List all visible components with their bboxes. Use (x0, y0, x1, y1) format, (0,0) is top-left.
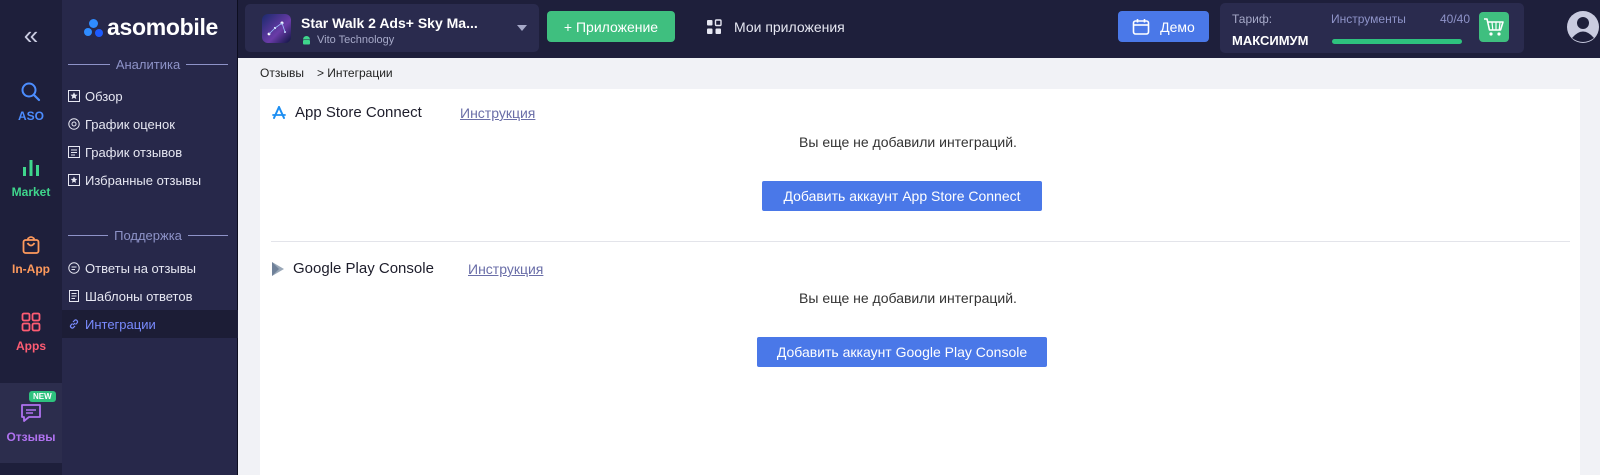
add-app-store-account-button[interactable]: Добавить аккаунт App Store Connect (762, 181, 1042, 211)
integration-header: Google Play Console (271, 260, 434, 277)
my-apps-label: Мои приложения (734, 19, 845, 35)
sidebar: asomobile Аналитика Обзор График оценок … (62, 0, 238, 475)
new-badge: NEW (29, 391, 56, 402)
chevron-down-icon (517, 25, 527, 31)
section-header-support: Поддержка (68, 228, 228, 243)
integration-app-store: App Store Connect Инструкция Вы еще не д… (271, 104, 1545, 244)
search-icon (21, 82, 41, 102)
replies-icon (68, 262, 80, 274)
calendar-icon (1132, 18, 1150, 35)
logo[interactable]: asomobile (84, 14, 218, 41)
double-chevron-left-icon[interactable]: « (0, 18, 62, 52)
instruction-link[interactable]: Инструкция (460, 105, 535, 121)
shopping-bag-icon (22, 236, 40, 254)
rating-icon (68, 118, 80, 130)
grid-icon (706, 19, 722, 35)
integration-title: App Store Connect (295, 104, 422, 121)
user-avatar-icon[interactable] (1566, 10, 1600, 44)
tools-progress-bar (1332, 39, 1462, 44)
app-selector[interactable]: Star Walk 2 Ads+ Sky Ma... Vito Technolo… (245, 4, 539, 52)
integration-google-play: Google Play Console Инструкция Вы еще не… (271, 260, 1545, 400)
integration-header: App Store Connect (271, 104, 422, 121)
sidebar-item-overview[interactable]: Обзор (62, 82, 238, 110)
sidebar-item-label: Интеграции (85, 316, 156, 332)
app-thumbnail (262, 14, 291, 43)
tariff-label: Тариф: (1232, 12, 1273, 26)
section-divider (271, 241, 1570, 242)
breadcrumb-parent[interactable]: Отзывы (260, 66, 304, 80)
android-icon (303, 35, 310, 44)
google-play-icon (272, 261, 284, 276)
app-developer-name: Vito Technology (317, 34, 395, 46)
sidebar-item-label: Шаблоны ответов (85, 288, 193, 304)
sidebar-item-integrations[interactable]: Интеграции (62, 310, 238, 338)
star-box-icon (68, 90, 80, 102)
my-apps-button[interactable]: Мои приложения (706, 12, 845, 42)
integrations-panel: App Store Connect Инструкция Вы еще не д… (260, 89, 1580, 475)
rail-label-market: Market (11, 185, 51, 199)
reviews-chart-icon (68, 146, 80, 158)
demo-label: Демо (1160, 18, 1195, 35)
favorite-box-icon (68, 174, 80, 186)
tariff-value: МАКСИМУМ (1232, 33, 1309, 48)
link-icon (68, 318, 80, 330)
empty-state-text: Вы еще не добавили интеграций. (799, 290, 1017, 306)
cart-button[interactable] (1479, 12, 1509, 42)
top-bar: Star Walk 2 Ads+ Sky Ma... Vito Technolo… (238, 0, 1600, 58)
add-google-play-account-button[interactable]: Добавить аккаунт Google Play Console (757, 337, 1047, 367)
breadcrumb-current: > Интеграции (316, 66, 393, 80)
rail-item-inapp[interactable]: In-App (0, 217, 62, 293)
instruction-link[interactable]: Инструкция (468, 261, 543, 277)
add-app-button[interactable]: + Приложение (547, 11, 675, 42)
integration-title: Google Play Console (293, 260, 434, 277)
sidebar-item-label: Обзор (85, 88, 123, 104)
tools-progress-fill (1332, 39, 1462, 44)
tools-label: Инструменты (1331, 12, 1406, 26)
rail-item-reviews[interactable]: NEW Отзывы (0, 383, 62, 463)
logo-mark-icon (84, 18, 104, 38)
icon-rail: « ASO Market In-App Apps NEW Отзывы (0, 0, 62, 475)
rail-item-market[interactable]: Market (0, 140, 62, 216)
sidebar-item-label: График отзывов (85, 144, 183, 160)
rail-item-aso[interactable]: ASO (0, 64, 62, 140)
rail-label-aso: ASO (17, 109, 44, 123)
app-developer: Vito Technology (301, 34, 394, 46)
sidebar-item-label: Ответы на отзывы (85, 260, 197, 276)
sidebar-item-ratings-chart[interactable]: График оценок (62, 110, 238, 138)
chat-icon (21, 404, 41, 422)
rail-label-inapp: In-App (12, 262, 50, 276)
section-header-analytics: Аналитика (68, 57, 228, 72)
logo-text: asomobile (107, 14, 219, 40)
rail-label-reviews: Отзывы (6, 430, 56, 444)
app-name: Star Walk 2 Ads+ Sky Ma... (301, 15, 478, 31)
rail-item-apps[interactable]: Apps (0, 294, 62, 370)
sidebar-item-review-replies[interactable]: Ответы на отзывы (62, 254, 238, 282)
demo-button[interactable]: Демо (1118, 11, 1209, 42)
sidebar-item-label: Избранные отзывы (85, 172, 202, 188)
template-icon (68, 290, 80, 302)
grid-icon (21, 312, 41, 332)
sidebar-item-favorite-reviews[interactable]: Избранные отзывы (62, 166, 238, 194)
sidebar-item-label: График оценок (85, 116, 175, 132)
rail-label-apps: Apps (16, 339, 46, 353)
app-store-icon (272, 105, 286, 119)
tariff-panel: Тариф: МАКСИМУМ Инструменты 40/40 (1220, 3, 1524, 53)
cart-icon (1484, 18, 1504, 36)
breadcrumb: Отзывы > Интеграции (260, 66, 393, 80)
tools-count: 40/40 (1440, 12, 1471, 26)
bar-chart-icon (23, 160, 39, 176)
sidebar-item-reply-templates[interactable]: Шаблоны ответов (62, 282, 238, 310)
empty-state-text: Вы еще не добавили интеграций. (799, 134, 1017, 150)
sidebar-item-reviews-chart[interactable]: График отзывов (62, 138, 238, 166)
